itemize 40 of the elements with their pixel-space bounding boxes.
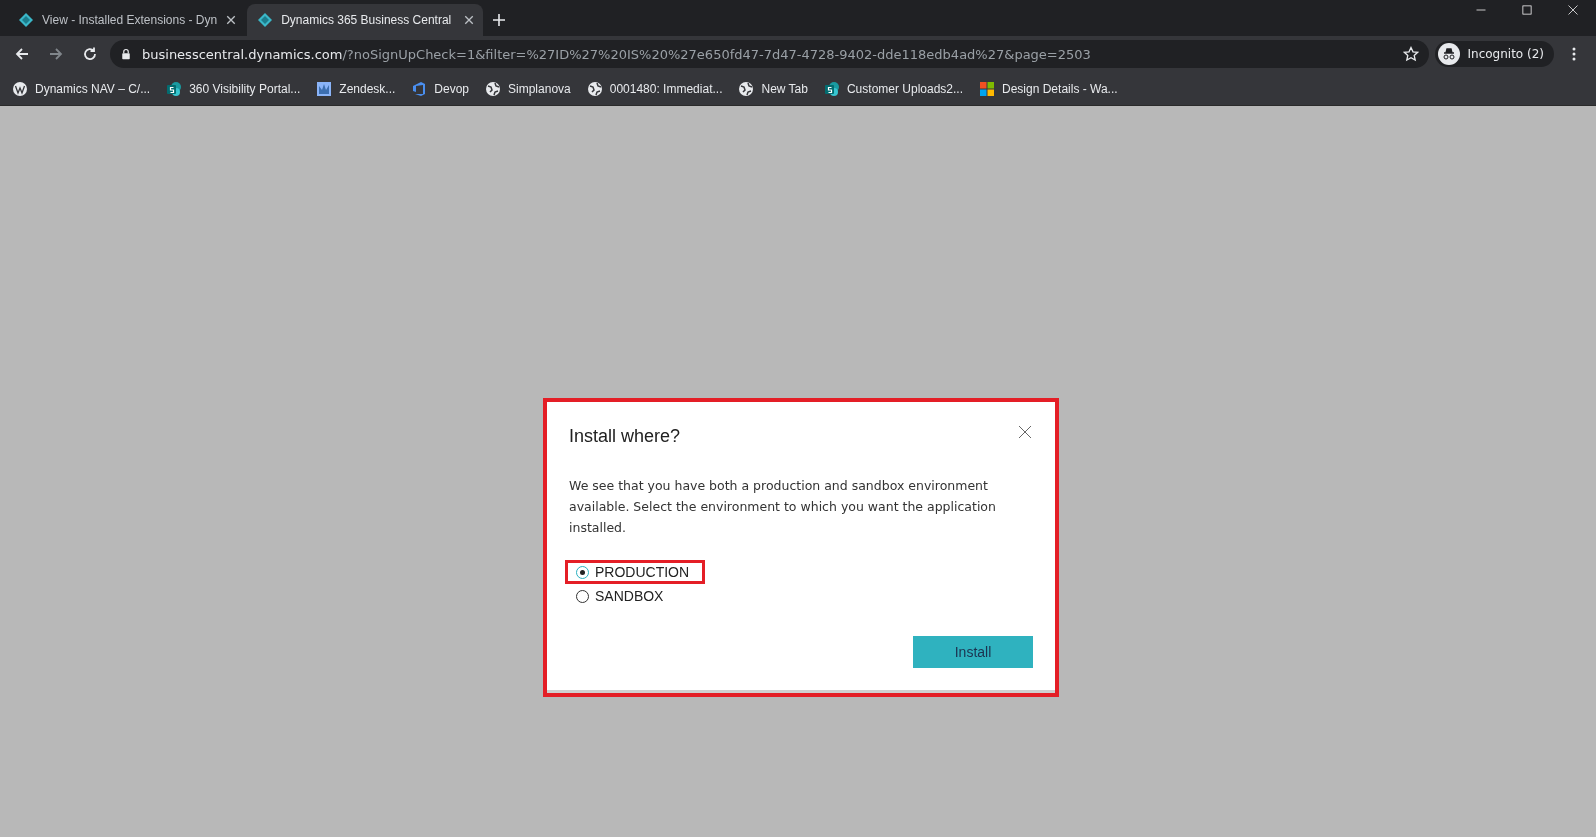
diamond-logo-icon [18,12,34,28]
wordpress-logo-icon [12,80,28,97]
bookmark[interactable]: Dynamics NAV – C/... [6,77,157,100]
bookmark[interactable]: Design Details - Wa... [973,77,1124,100]
radio-option[interactable]: PRODUCTION [565,560,706,584]
close-icon[interactable] [225,14,238,26]
windows-logo-icon [979,80,995,97]
sharepoint-logo-icon [166,80,183,97]
forward-arrow-icon[interactable] [48,46,64,62]
close-icon[interactable] [1017,424,1033,440]
diamond-logo-icon [257,12,274,28]
dialog-title: Install where? [569,426,681,447]
bookmark[interactable]: Customer Uploads2... [817,77,969,100]
bookmark[interactable]: 0001480: Immediat... [580,77,729,100]
incognito-icon [1440,46,1457,62]
back-arrow-icon[interactable] [14,46,30,62]
globe-icon [485,80,502,97]
star-icon[interactable] [1402,46,1419,62]
bookmark[interactable]: Zendesk... [310,77,402,100]
lock-icon [120,48,132,60]
radio-option[interactable]: SANDBOX [565,584,680,608]
bookmark[interactable]: Devop [405,77,476,100]
plus-icon[interactable] [491,12,508,28]
bookmark[interactable]: New Tab [732,77,814,100]
dialog-message: We see that you have both a production and sandbox environment available. Select the environment to which you want the application installed. [569,477,997,537]
picture-icon [316,80,333,97]
address-bar[interactable]: businesscentral.dynamics.com/?noSignUpCheck=1&filter=%27ID%27%20IS%20%27e650fd47-7d47-4728-9402-dde118edb4ad%27&page=2503 [110,40,1429,68]
install-button[interactable]: Install [913,636,1033,668]
bookmark[interactable]: 360 Visibility Portal... [160,77,307,100]
reload-icon[interactable] [82,46,98,62]
maximize-icon[interactable] [1521,4,1533,16]
bookmark[interactable]: Simplanova [479,77,577,100]
incognito-profile-button[interactable]: Incognito (2) [1434,41,1554,67]
globe-icon [738,80,755,97]
browser-tab[interactable]: Dynamics 365 Business Central [247,4,484,36]
devops-logo-icon [411,80,428,97]
close-icon[interactable] [463,14,476,26]
globe-icon [586,80,603,97]
browser-tab[interactable]: View - Installed Extensions - Dyn [8,4,246,36]
sharepoint-logo-icon [823,80,840,97]
